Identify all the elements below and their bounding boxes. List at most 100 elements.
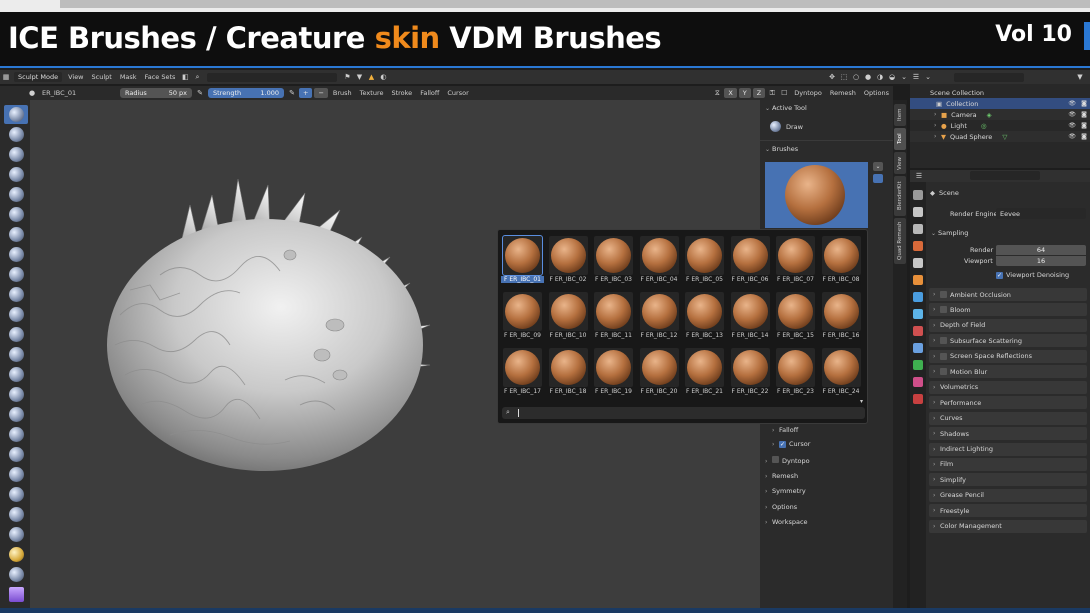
menu-falloff[interactable]: Falloff: [416, 89, 443, 97]
outliner-row-camera[interactable]: › ■ Camera ◈ 👁 ◙: [910, 109, 1090, 120]
sidebar-section-workspace[interactable]: › Workspace: [765, 518, 808, 526]
properties-panel-indirect-lighting[interactable]: › Indirect Lighting: [929, 442, 1087, 456]
tab-blenderkit[interactable]: BlenderKit: [894, 176, 906, 216]
header-search-input[interactable]: [207, 72, 338, 82]
radius-slider[interactable]: Radius 50 px: [120, 88, 192, 98]
properties-tab-icon[interactable]: [913, 207, 923, 217]
camera-visibility-icon[interactable]: ◙: [1081, 133, 1087, 140]
properties-tab-icon[interactable]: [913, 326, 923, 336]
tab-item[interactable]: Item: [894, 104, 906, 126]
display-mode-icon[interactable]: ⌄: [924, 73, 932, 81]
menu-texture[interactable]: Texture: [356, 89, 388, 97]
select-mode-icon[interactable]: ◧: [181, 73, 189, 81]
properties-tab-icon[interactable]: [913, 394, 923, 404]
notification-icon[interactable]: ▲: [367, 73, 375, 81]
sculpt-tool-icon[interactable]: [9, 407, 24, 422]
panel-enable-checkbox[interactable]: [940, 306, 947, 314]
brush-new-button[interactable]: [873, 174, 883, 183]
sculpt-tool-icon[interactable]: [9, 527, 24, 542]
properties-panel-motion-blur[interactable]: › Motion Blur: [929, 365, 1087, 379]
editor-type-icon[interactable]: ☰: [915, 172, 923, 180]
properties-panel-grease-pencil[interactable]: › Grease Pencil: [929, 488, 1087, 502]
brush-thumbnail[interactable]: F ER_IBC_18: [547, 346, 590, 398]
brush-thumbnail[interactable]: F ER_IBC_20: [638, 346, 681, 398]
axis-x-button[interactable]: X: [724, 88, 737, 98]
shading-options-icon[interactable]: ⌄: [900, 73, 908, 81]
panel-enable-checkbox[interactable]: [940, 337, 947, 345]
direction-subtract-button[interactable]: −: [314, 88, 328, 98]
strength-slider[interactable]: Strength 1.000: [208, 88, 284, 98]
properties-panel-subsurface-scattering[interactable]: › Subsurface Scattering: [929, 334, 1087, 348]
properties-panel-bloom[interactable]: › Bloom: [929, 303, 1087, 317]
filter-icon[interactable]: ▼: [355, 73, 363, 81]
tab-view[interactable]: View: [894, 152, 906, 174]
properties-panel-curves[interactable]: › Curves: [929, 411, 1087, 425]
gizmo-icon[interactable]: ✥: [828, 73, 836, 81]
search-icon[interactable]: ⌕: [193, 73, 201, 81]
sidebar-section-symmetry[interactable]: › Symmetry: [765, 487, 806, 495]
sculpt-tool-icon[interactable]: [9, 347, 24, 362]
lock-icon[interactable]: ⚿: [768, 89, 776, 97]
brush-thumbnail[interactable]: F ER_IBC_11: [592, 290, 635, 342]
popup-scroll-down-icon[interactable]: ▾: [860, 398, 863, 405]
brush-preview-frame[interactable]: [765, 162, 868, 228]
properties-tab-icon[interactable]: [913, 377, 923, 387]
brush-thumbnail[interactable]: F ER_IBC_03: [592, 234, 635, 286]
panel-enable-checkbox[interactable]: [940, 291, 947, 298]
mode-selector[interactable]: Sculpt Mode: [14, 72, 63, 82]
sculpt-tool-icon[interactable]: [9, 367, 24, 382]
active-tool-panel-header[interactable]: ⌄ Active Tool: [765, 104, 807, 112]
sculpt-tool-icon[interactable]: [9, 147, 24, 162]
properties-tab-icon[interactable]: [913, 292, 923, 302]
tab-tool[interactable]: Tool: [894, 128, 906, 150]
overlay-icon[interactable]: ◐: [379, 73, 387, 81]
sculpt-tool-icon[interactable]: [9, 327, 24, 342]
brush-thumbnail[interactable]: F ER_IBC_22: [729, 346, 772, 398]
sampling-panel-header[interactable]: ⌄ Sampling: [931, 229, 968, 237]
sculpt-tool-icon[interactable]: [9, 187, 24, 202]
sculpted-sphere[interactable]: [100, 175, 460, 475]
viewport-denoising-row[interactable]: ✓ Viewport Denoising: [996, 271, 1069, 279]
camera-visibility-icon[interactable]: ◙: [1081, 111, 1087, 118]
bookmark-icon[interactable]: ⚑: [343, 73, 351, 81]
brushes-panel-header[interactable]: ⌄ Brushes: [765, 145, 798, 153]
render-engine-select[interactable]: Eevee: [996, 208, 1086, 219]
sculpt-tool-icon[interactable]: [9, 167, 24, 182]
brush-search-input[interactable]: ⌕: [502, 407, 865, 419]
brush-thumbnail[interactable]: F ER_IBC_23: [774, 346, 817, 398]
menu-cursor[interactable]: Cursor: [443, 89, 472, 97]
brush-thumbnail[interactable]: F ER_IBC_04: [638, 234, 681, 286]
brush-thumbnail[interactable]: F ER_IBC_09: [501, 290, 544, 342]
menu-stroke[interactable]: Stroke: [387, 89, 416, 97]
sculpt-tool-icon[interactable]: [9, 127, 24, 142]
filter-icon[interactable]: ▼: [1076, 73, 1084, 81]
properties-tab-icon[interactable]: [913, 190, 923, 200]
sculpt-tool-icon[interactable]: [9, 207, 24, 222]
dyntopo-menu[interactable]: Dyntopo: [790, 89, 826, 97]
pressure-strength-icon[interactable]: ✎: [288, 89, 296, 97]
remesh-menu[interactable]: Remesh: [826, 89, 860, 97]
properties-panel-volumetrics[interactable]: › Volumetrics: [929, 380, 1087, 394]
eye-icon[interactable]: 👁: [1068, 122, 1076, 129]
sculpt-tool-icon[interactable]: [9, 267, 24, 282]
tab-quad-remesh[interactable]: Quad Remesh: [894, 218, 906, 264]
brush-thumbnail[interactable]: F ER_IBC_16: [820, 290, 863, 342]
camera-visibility-icon[interactable]: ◙: [1081, 122, 1087, 129]
sculpt-tool-icon[interactable]: [9, 447, 24, 462]
brush-thumbnail[interactable]: F ER_IBC_01: [501, 234, 544, 286]
brush-thumbnail[interactable]: F ER_IBC_19: [592, 346, 635, 398]
brush-thumbnail[interactable]: F ER_IBC_07: [774, 234, 817, 286]
eye-icon[interactable]: 👁: [1068, 111, 1076, 118]
sculpt-tool-icon[interactable]: [9, 587, 24, 602]
properties-panel-depth-of-field[interactable]: › Depth of Field: [929, 318, 1087, 332]
properties-tab-icon[interactable]: [913, 343, 923, 353]
menu-sculpt[interactable]: Sculpt: [88, 73, 116, 81]
axis-z-button[interactable]: Z: [752, 88, 766, 98]
sculpt-tool-icon[interactable]: [9, 307, 24, 322]
shading-wire-icon[interactable]: ○: [852, 73, 860, 81]
properties-tab-icon[interactable]: [913, 241, 923, 251]
outliner-row-light[interactable]: › ● Light ◎ 👁 ◙: [910, 120, 1090, 131]
properties-tab-icon[interactable]: [913, 258, 923, 268]
sidebar-section-remesh[interactable]: › Remesh: [765, 472, 798, 480]
sculpt-tool-icon[interactable]: [9, 247, 24, 262]
